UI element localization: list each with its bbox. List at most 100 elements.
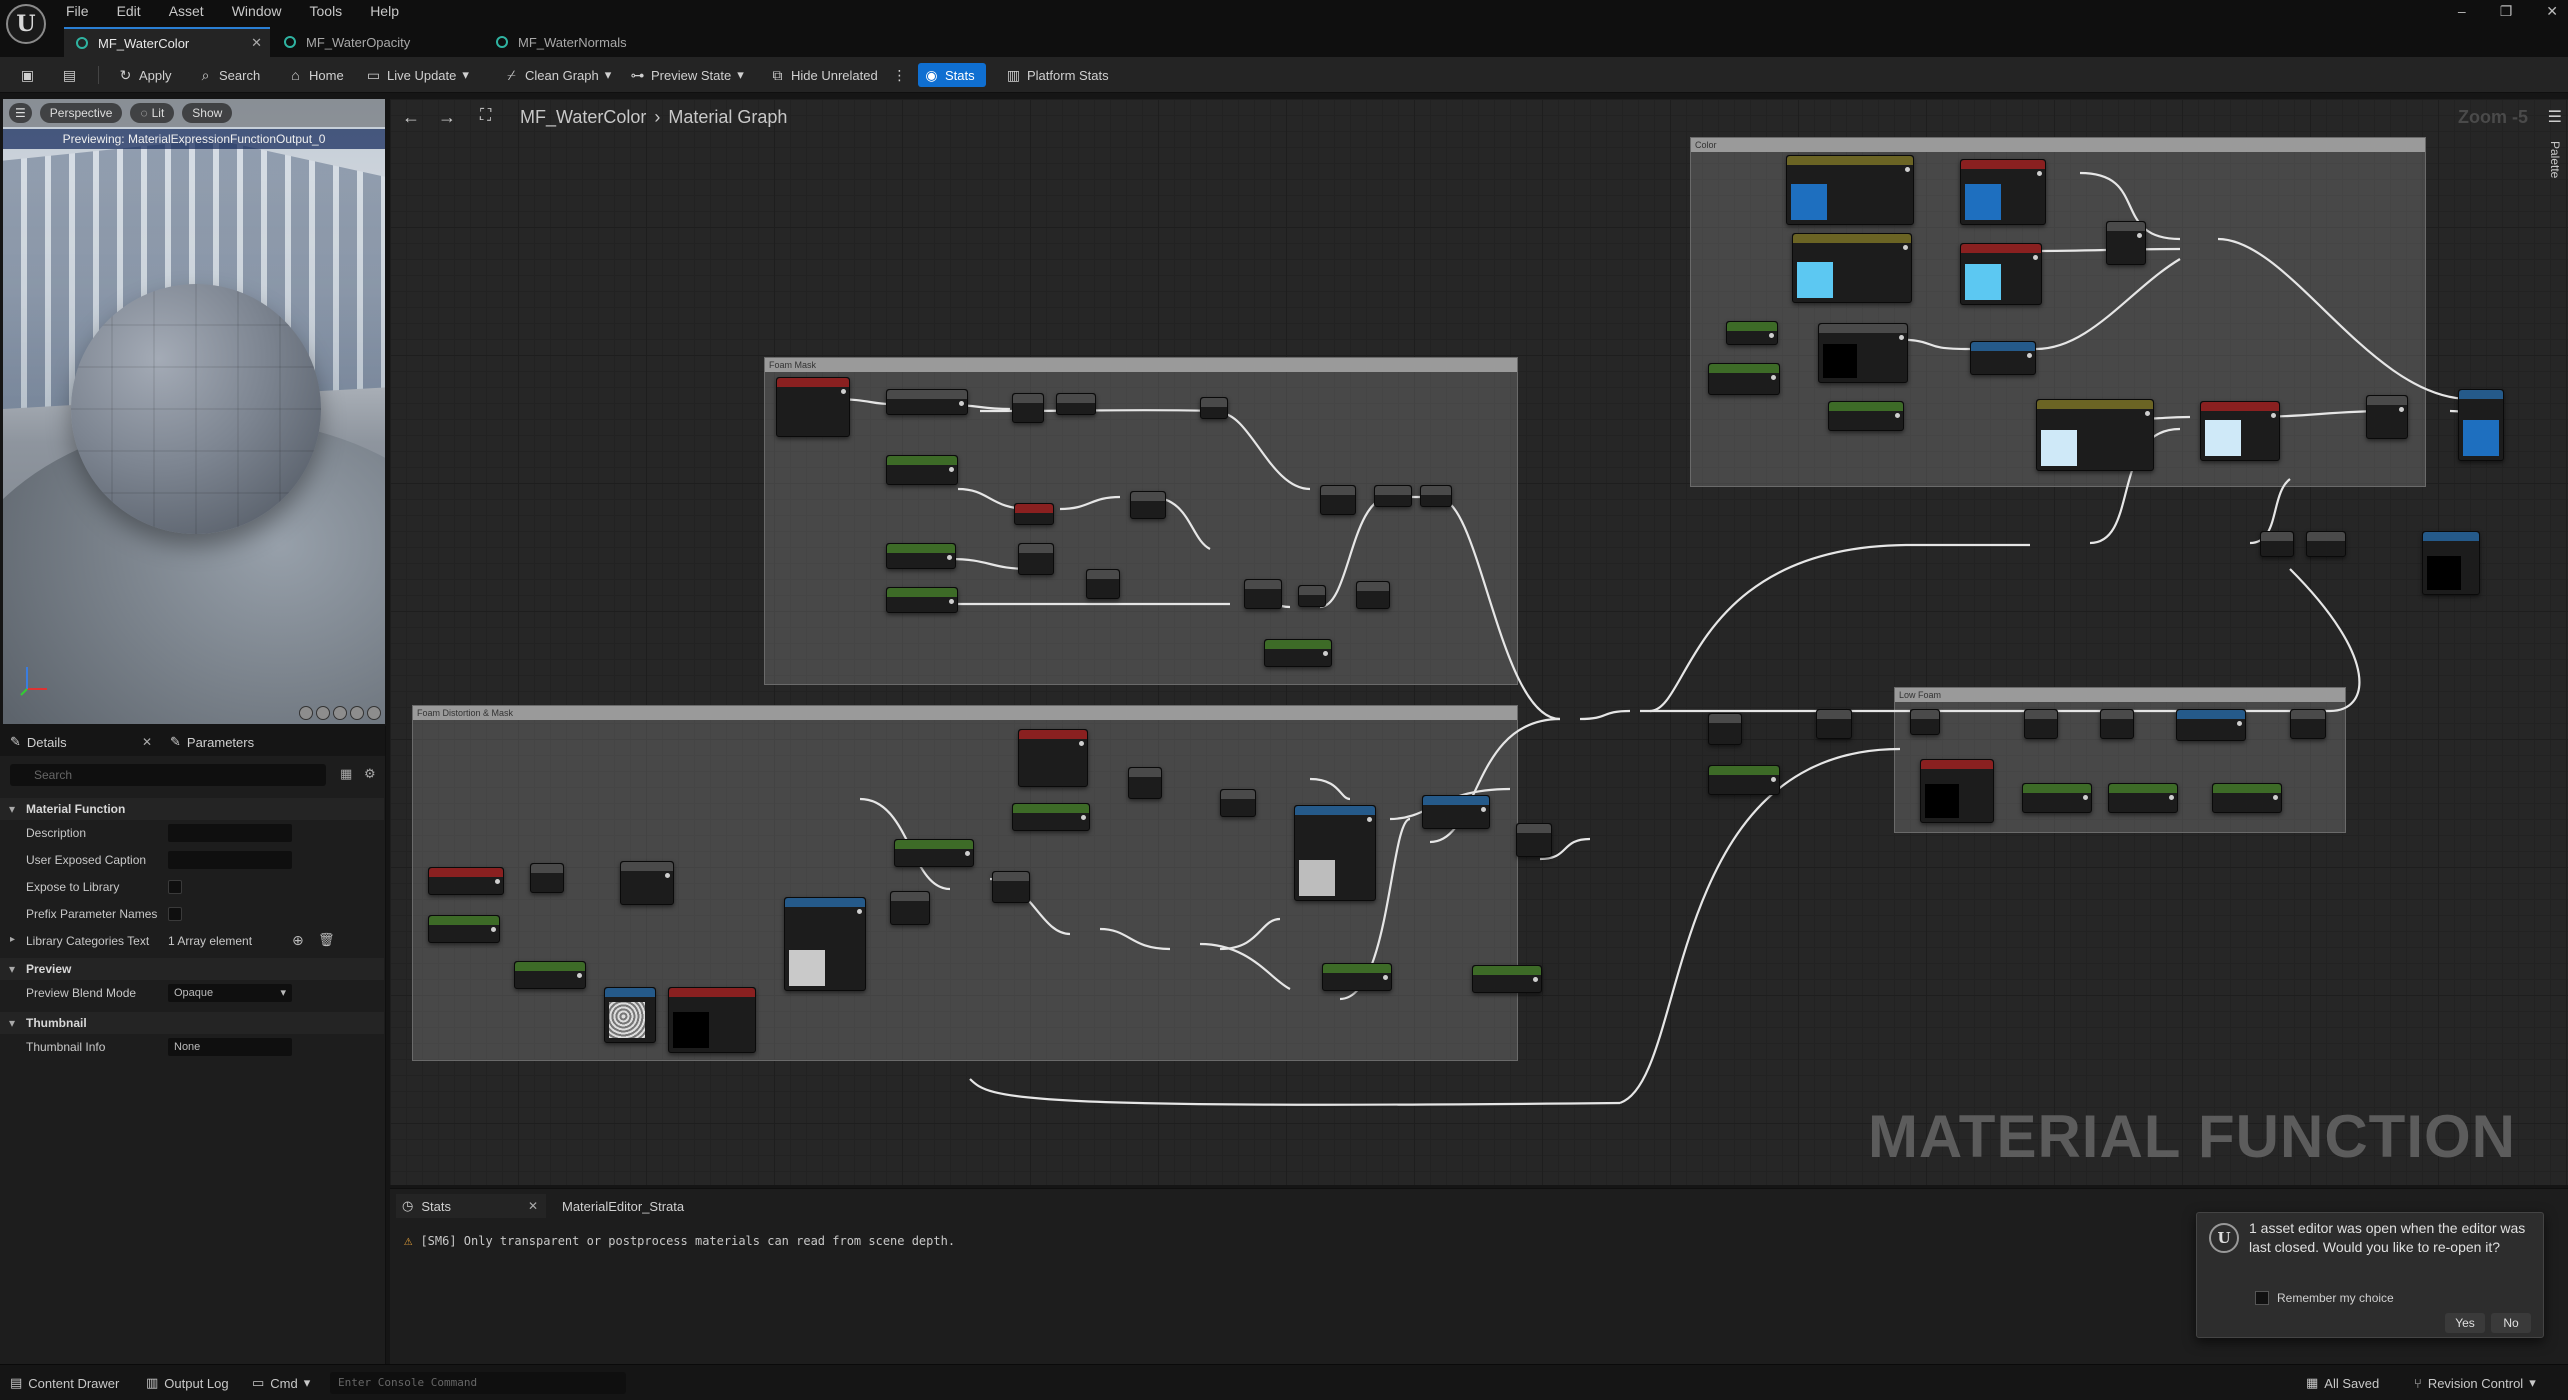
input-foam-mask-node[interactable] bbox=[668, 987, 756, 1053]
show-button[interactable]: Show bbox=[182, 103, 233, 123]
content-drawer-button[interactable]: ▤ Content Drawer bbox=[10, 1374, 119, 1392]
multiply-node[interactable] bbox=[1320, 485, 1356, 515]
scalar-parameter-node[interactable] bbox=[1322, 963, 1392, 991]
multiply-node[interactable] bbox=[890, 891, 930, 925]
graph-hierarchy-icon[interactable]: ⛶ bbox=[480, 107, 491, 125]
menu-help[interactable]: Help bbox=[370, 3, 399, 19]
close-tab-icon[interactable]: ✕ bbox=[142, 735, 152, 749]
gear-icon[interactable]: ⚙ bbox=[364, 766, 376, 782]
multiply-node[interactable] bbox=[2024, 709, 2058, 739]
menu-tools[interactable]: Tools bbox=[310, 3, 343, 19]
power-node[interactable] bbox=[1356, 581, 1390, 609]
absolute-world-position-node[interactable] bbox=[776, 377, 850, 437]
thumbnail-info-value[interactable]: None bbox=[168, 1038, 292, 1056]
multiply-node[interactable] bbox=[1018, 543, 1054, 575]
lerp-node[interactable] bbox=[2106, 221, 2146, 265]
lit-button[interactable]: ◌ Lit bbox=[130, 103, 175, 123]
revision-control-button[interactable]: ⑂ Revision Control ▾ bbox=[2414, 1374, 2536, 1392]
multiply-node[interactable] bbox=[2306, 531, 2346, 557]
breadcrumb-asset[interactable]: MF_WaterColor bbox=[520, 107, 646, 128]
tab-stats[interactable]: ◷ Stats ✕ bbox=[396, 1194, 546, 1218]
output-log-button[interactable]: ▥ Output Log bbox=[146, 1374, 229, 1392]
unreal-logo-icon[interactable]: U bbox=[6, 4, 46, 44]
material-graph-canvas[interactable]: ← → ⛶ MF_WaterColor › Material Graph Zoo… bbox=[390, 99, 2568, 1185]
close-tab-icon[interactable]: ✕ bbox=[528, 1199, 538, 1213]
minimize-icon[interactable]: – bbox=[2458, 3, 2466, 19]
console-command-input[interactable]: Enter Console Command bbox=[330, 1372, 626, 1394]
scalar-parameter-node[interactable] bbox=[894, 839, 974, 867]
input-deep-color-node[interactable] bbox=[1960, 243, 2042, 305]
scalar-parameter-node[interactable] bbox=[2022, 783, 2092, 813]
input-foam-color-node[interactable] bbox=[2200, 401, 2280, 461]
all-saved-button[interactable]: ▦ All Saved bbox=[2306, 1374, 2379, 1392]
browse-button[interactable]: ▤ bbox=[56, 63, 83, 87]
remember-choice-checkbox[interactable] bbox=[2255, 1291, 2269, 1305]
prefix-parameter-names-checkbox[interactable] bbox=[168, 907, 182, 921]
back-arrow-icon[interactable]: ← bbox=[402, 107, 420, 128]
scalar-parameter-node[interactable] bbox=[2108, 783, 2178, 813]
preview-viewport[interactable]: ☰ Perspective ◌ Lit Show Previewing: Mate… bbox=[3, 99, 385, 724]
comment-foam-mask[interactable]: Foam Mask bbox=[764, 357, 1518, 685]
reroute-node[interactable] bbox=[1200, 397, 1228, 419]
multiply-node[interactable] bbox=[1708, 713, 1742, 745]
power-node[interactable] bbox=[2100, 709, 2134, 739]
palette-tab[interactable]: Palette bbox=[2548, 141, 2562, 178]
scalar-parameter-node[interactable] bbox=[1708, 765, 1780, 795]
expose-to-library-checkbox[interactable] bbox=[168, 880, 182, 894]
scalar-parameter-node[interactable] bbox=[1828, 401, 1904, 431]
scalar-parameter-node[interactable] bbox=[514, 961, 586, 989]
tab-details[interactable]: ✎ Details bbox=[10, 730, 67, 754]
add-node[interactable] bbox=[1130, 491, 1166, 519]
sine-node[interactable] bbox=[1244, 579, 1282, 609]
details-search-input[interactable]: Search bbox=[10, 764, 326, 786]
constant3-vector-node[interactable] bbox=[1786, 155, 1914, 225]
live-update-button[interactable]: ▭ Live Update ▾ bbox=[360, 63, 475, 87]
menu-edit[interactable]: Edit bbox=[117, 3, 141, 19]
description-field[interactable] bbox=[168, 824, 292, 842]
multiply-node[interactable] bbox=[530, 863, 564, 893]
search-button[interactable]: ⌕ Search bbox=[192, 63, 266, 87]
forward-arrow-icon[interactable]: → bbox=[438, 107, 456, 128]
save-button[interactable]: ▣ bbox=[14, 63, 41, 87]
texcoord-node[interactable] bbox=[428, 867, 504, 895]
mask-node[interactable] bbox=[1012, 393, 1044, 423]
lerp-node[interactable] bbox=[2366, 395, 2408, 439]
tab-mf-waternormals[interactable]: MF_WaterNormals bbox=[484, 27, 694, 57]
table-view-icon[interactable]: ▦ bbox=[340, 766, 352, 782]
time-node[interactable] bbox=[1014, 503, 1054, 525]
category-preview[interactable]: Preview bbox=[0, 958, 384, 980]
multiply-node[interactable] bbox=[2290, 709, 2326, 739]
category-material-function[interactable]: Material Function bbox=[0, 798, 384, 820]
mesh-shape-icon[interactable] bbox=[367, 706, 381, 720]
scalar-parameter-node[interactable] bbox=[1472, 965, 1542, 993]
perspective-button[interactable]: Perspective bbox=[39, 103, 123, 123]
no-button[interactable]: No bbox=[2491, 1313, 2531, 1333]
scalar-parameter-node[interactable] bbox=[428, 915, 500, 943]
output-opacity-node[interactable] bbox=[2422, 531, 2480, 595]
saturate-node[interactable] bbox=[1420, 485, 1452, 507]
scalar-parameter-node[interactable] bbox=[1708, 363, 1780, 395]
sphere-shape-icon[interactable] bbox=[316, 706, 330, 720]
divide-node[interactable] bbox=[1056, 393, 1096, 415]
reroute-node[interactable] bbox=[2260, 531, 2294, 557]
tab-parameters[interactable]: ✎ Parameters bbox=[170, 730, 254, 754]
clamp-node[interactable] bbox=[1422, 795, 1490, 829]
tab-materialeditor-strata[interactable]: MaterialEditor_Strata bbox=[562, 1194, 684, 1218]
one-minus-node[interactable] bbox=[1374, 485, 1412, 507]
input-shallow-color-node[interactable] bbox=[1960, 159, 2046, 225]
apply-button[interactable]: ↻ Apply bbox=[112, 63, 178, 87]
expand-arrow-icon[interactable]: ▸ bbox=[10, 934, 15, 945]
category-thumbnail[interactable]: Thumbnail bbox=[0, 1012, 384, 1034]
subtract-node[interactable] bbox=[1086, 569, 1120, 599]
abs-node[interactable] bbox=[1298, 585, 1326, 607]
constant3-vector-node[interactable] bbox=[2036, 399, 2154, 471]
cylinder-shape-icon[interactable] bbox=[299, 706, 313, 720]
texture-sample-node[interactable] bbox=[1294, 805, 1376, 901]
scalar-parameter-node[interactable] bbox=[1264, 639, 1332, 667]
restore-icon[interactable]: ❐ bbox=[2500, 3, 2513, 20]
add-node[interactable] bbox=[1816, 709, 1852, 739]
tab-mf-watercolor[interactable]: MF_WaterColor ✕ bbox=[64, 27, 270, 57]
scalar-parameter-node[interactable] bbox=[886, 587, 958, 613]
breadcrumb-graph[interactable]: Material Graph bbox=[668, 107, 787, 128]
preview-state-button[interactable]: ⊶ Preview State ▾ bbox=[624, 63, 750, 87]
